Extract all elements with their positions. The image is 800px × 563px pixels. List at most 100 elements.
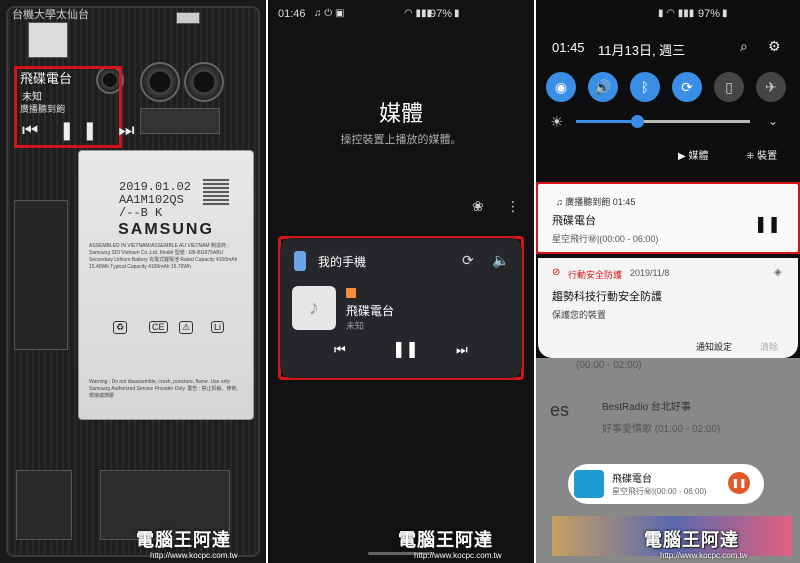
brightness-slider[interactable] <box>576 115 750 128</box>
media-button-label: 媒體 <box>688 151 709 162</box>
date[interactable]: 11月13日, 週三 <box>598 40 685 59</box>
pause-icon[interactable]: ❚❚ <box>728 472 750 494</box>
notification-app-name: 行動安全防護 <box>568 270 623 280</box>
gear-icon[interactable]: ⚙ <box>768 38 781 55</box>
bixby-icon[interactable]: ❀ <box>472 198 484 215</box>
media-output-panel: 01:46 ♫ ⏻ ▣ ◠ ▮▮▮ 97% ▮ 媒體 操控裝置上播放的媒體。 ❀… <box>268 0 534 563</box>
notification-date: 2019/11/8 <box>630 268 670 278</box>
shield-icon: ⊘ <box>552 267 561 278</box>
speaker-module <box>16 470 72 540</box>
search-icon[interactable]: ⌕ <box>740 38 748 55</box>
battery-icon: ▮ <box>454 8 460 19</box>
watermark: 電腦王阿達 <box>136 530 231 550</box>
battery-spec-text: ASSEMBLED IN VIETNAM/ASSEMBLE AU VIETNAM… <box>89 243 238 270</box>
mini-player-title: 飛碟電台 <box>612 474 652 485</box>
clear-button[interactable]: 清除 <box>760 340 778 353</box>
volume-icon[interactable]: 🔈 <box>492 252 509 269</box>
station-logo-icon: es <box>550 400 570 420</box>
certification-icon: ⚠ <box>179 321 194 334</box>
overlay-subtitle-2: 廣播聽到飽 <box>20 104 66 114</box>
notification-subtitle: 星空飛行㊙|(00:00 - 06:00) <box>552 234 659 244</box>
recycle-icon: ♻ <box>113 321 128 334</box>
notification-title: 趨勢科技行動安全防護 <box>552 291 662 303</box>
status-icons: ▮ ◠ ▮▮▮ <box>658 8 695 19</box>
overlay-subtitle: 未知 <box>22 92 42 103</box>
wifi-signal-icon: ◠ ▮▮▮ <box>404 8 433 19</box>
background-row: (00:00 - 02:00) <box>576 360 642 371</box>
battery-date: 2019.01.02 AA1M102QS /--B K <box>119 181 191 220</box>
chip <box>176 12 200 24</box>
pause-icon[interactable]: ❚❚ <box>392 339 419 359</box>
chip <box>140 108 220 134</box>
notification-title: 飛碟電台 <box>552 215 596 227</box>
clock: 01:45 <box>552 40 585 55</box>
more-options-icon[interactable]: ⋮ <box>506 198 520 215</box>
watermark-url: http://www.kocpc.com.tw <box>414 551 502 560</box>
battery-brand: SAMSUNG <box>118 221 214 238</box>
media-notification[interactable]: ♫ 廣播聽到飽 01:45 飛碟電台 星空飛行㊙|(00:00 - 06:00)… <box>538 184 798 252</box>
chevron-down-icon[interactable]: ⌄ <box>768 114 778 128</box>
camera-lens-icon <box>140 62 180 102</box>
page-title: 媒體 <box>378 101 423 126</box>
mini-player-subtitle: 星空飛行㊙|(00:00 - 06:00) <box>612 487 707 496</box>
previous-icon[interactable]: ⏮ <box>334 342 346 358</box>
wifi-toggle-icon[interactable]: ◉ <box>546 72 576 102</box>
devices-button[interactable]: ⁜ 裝置 <box>746 147 777 162</box>
track-title: 飛碟電台 <box>346 304 395 318</box>
certification-icon: Li <box>211 321 225 333</box>
notification-settings-button[interactable]: 通知設定 <box>696 340 732 353</box>
track-artist: 未知 <box>346 321 365 331</box>
app-badge-icon <box>346 288 356 298</box>
bluetooth-toggle-icon[interactable]: ᛒ <box>630 72 660 102</box>
battery-icon: ▮ <box>722 8 728 19</box>
sound-toggle-icon[interactable]: 🔊 <box>588 72 618 102</box>
layers-icon: ◈ <box>774 267 782 278</box>
album-art-icon: ♪ <box>292 286 336 330</box>
device-name: 我的手機 <box>318 255 367 269</box>
media-card[interactable]: 我的手機 ⟳ 🔈 ♪ 飛碟電台 未知 ⏮ ❚❚ ⏭ <box>280 238 522 378</box>
battery-date-line: /--B K <box>119 206 163 220</box>
mini-player[interactable]: 飛碟電台 星空飛行㊙|(00:00 - 06:00) ❚❚ <box>568 464 764 504</box>
pause-icon[interactable]: ❚❚ <box>754 214 781 234</box>
battery-percent: 97% <box>698 8 721 20</box>
media-button[interactable]: ▶ 媒體 <box>678 147 708 162</box>
slider-fill <box>576 120 636 123</box>
station-logo-icon <box>574 470 604 498</box>
security-notification[interactable]: ⊘ 行動安全防護 2019/11/8 ◈ 趨勢科技行動安全防護 保護您的裝置 通… <box>538 258 798 358</box>
slider-knob[interactable] <box>631 115 644 128</box>
top-overlay-text: 台機大學太仙台 <box>12 9 89 21</box>
background-row: BestRadio 台北好事 <box>602 402 691 413</box>
background-row: 好事愛情歌 (01:00 - 02:00) <box>602 424 721 435</box>
qr-code <box>203 179 229 205</box>
battery-warning: Warning : Do not disassemble, crush, pun… <box>89 379 242 399</box>
watermark-url: http://www.kocpc.com.tw <box>660 551 748 560</box>
ce-mark-icon: CE <box>149 321 168 333</box>
status-icons: ♫ ⏻ ▣ <box>314 8 345 19</box>
auto-rotate-toggle-icon[interactable]: ⟳ <box>672 72 702 102</box>
notification-subtitle: 保護您的裝置 <box>552 310 607 320</box>
watermark: 電腦王阿達 <box>398 530 493 550</box>
battery-percent: 97% <box>430 8 453 20</box>
page-subtitle: 操控裝置上播放的媒體。 <box>340 134 462 146</box>
devices-button-label: 裝置 <box>757 151 778 162</box>
power-saving-toggle-icon[interactable]: ▯ <box>714 72 744 102</box>
airplane-mode-toggle-icon[interactable]: ✈ <box>756 72 786 102</box>
phone-internals-panel: 台機大學太仙台 2019.01.02 AA1M102QS /--B K SAMS… <box>0 0 266 563</box>
watermark: 電腦王阿達 <box>644 530 739 550</box>
chip <box>28 22 68 58</box>
frame-slot <box>14 200 68 350</box>
notification-app-name: 廣播聽到飽 <box>565 197 611 207</box>
notification-app: ♫ 廣播聽到飽 01:45 <box>556 197 636 207</box>
brightness-icon: ☀ <box>550 114 564 131</box>
camera-lens-icon <box>184 62 224 102</box>
overlay-title: 飛碟電台 <box>20 71 73 86</box>
phone-icon <box>294 251 306 271</box>
status-time: 01:46 <box>278 8 306 20</box>
quick-panel: ▮ ◠ ▮▮▮ 97% ▮ 01:45 11月13日, 週三 ⌕ ⚙ ◉ 🔊 ᛒ… <box>536 0 800 563</box>
next-icon[interactable]: ⏭ <box>456 342 468 358</box>
notification-time: 01:45 <box>612 197 636 207</box>
sync-icon[interactable]: ⟳ <box>462 252 474 269</box>
battery: 2019.01.02 AA1M102QS /--B K SAMSUNG ASSE… <box>78 150 254 420</box>
watermark-url: http://www.kocpc.com.tw <box>150 551 238 560</box>
overlay-controls[interactable]: ⏮ ❚❚ ⏭ <box>22 120 143 141</box>
